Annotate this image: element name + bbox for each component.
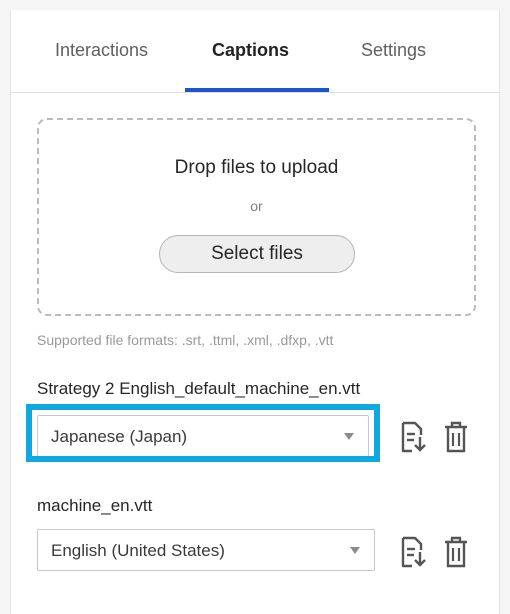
file-dropzone[interactable]: Drop files to upload or Select files bbox=[37, 118, 476, 316]
select-files-button[interactable]: Select files bbox=[159, 235, 355, 273]
dropdown-caret-icon bbox=[350, 547, 360, 554]
download-file-icon[interactable] bbox=[400, 421, 426, 453]
caption-language-select[interactable]: English (United States) bbox=[37, 529, 375, 571]
tab-settings[interactable]: Settings bbox=[361, 40, 426, 61]
caption-file-name: Strategy 2 English_default_machine_en.vt… bbox=[37, 379, 361, 398]
caption-file-name: machine_en.vtt bbox=[37, 496, 153, 515]
download-file-icon[interactable] bbox=[400, 536, 426, 568]
trash-icon[interactable] bbox=[444, 421, 468, 453]
trash-icon[interactable] bbox=[444, 536, 468, 568]
tab-captions[interactable]: Captions bbox=[212, 40, 289, 61]
selection-highlight bbox=[26, 404, 380, 462]
tab-bar: Interactions Captions Settings bbox=[11, 10, 499, 93]
tab-interactions[interactable]: Interactions bbox=[55, 40, 148, 61]
caption-language-value: English (United States) bbox=[51, 541, 225, 560]
supported-formats-text: Supported file formats: .srt, .ttml, .xm… bbox=[37, 332, 334, 348]
active-tab-indicator bbox=[185, 88, 329, 92]
captions-panel: Interactions Captions Settings Drop file… bbox=[10, 10, 500, 614]
dropzone-title: Drop files to upload bbox=[174, 157, 339, 178]
dropzone-or-text: or bbox=[250, 198, 263, 214]
